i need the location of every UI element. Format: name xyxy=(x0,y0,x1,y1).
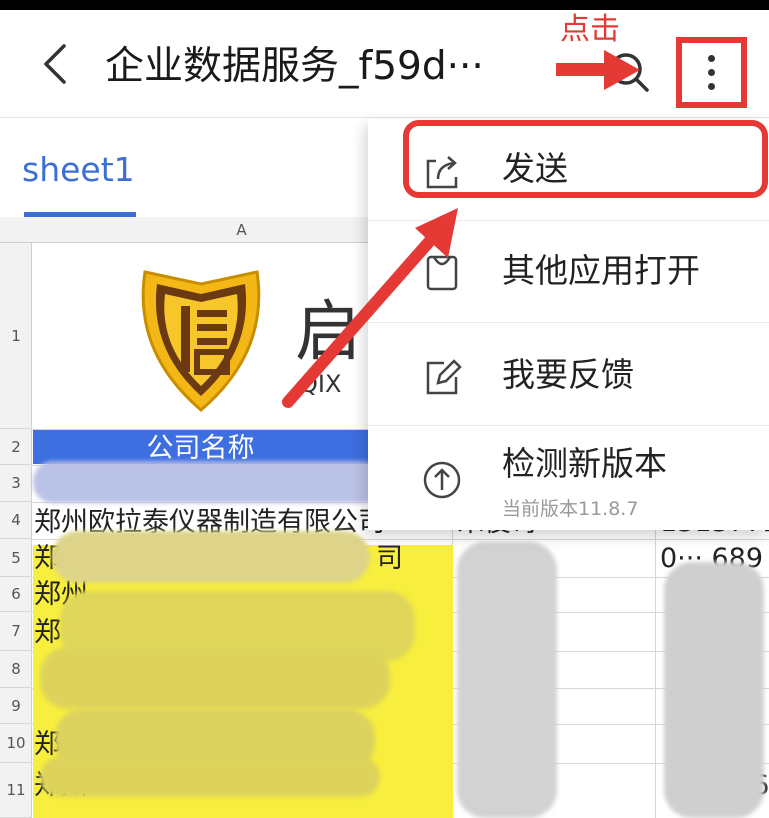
more-options-button[interactable] xyxy=(676,37,747,108)
row-header[interactable]: 5 xyxy=(0,539,32,577)
privacy-blur xyxy=(457,542,557,818)
search-icon xyxy=(610,53,649,92)
row-header[interactable]: 10 xyxy=(0,724,32,763)
menu-item-label: 我要反馈 xyxy=(502,355,634,394)
header-cell-company-name[interactable]: 公司名称 xyxy=(33,430,368,464)
row-header[interactable]: 4 xyxy=(0,502,32,539)
row-header[interactable]: 7 xyxy=(0,612,32,651)
cell-company-end[interactable]: 司 xyxy=(376,541,416,577)
row-header[interactable]: 8 xyxy=(0,651,32,688)
more-vertical-icon xyxy=(708,55,715,62)
status-bar-strip xyxy=(0,0,769,10)
privacy-blur xyxy=(40,757,380,797)
privacy-blur xyxy=(52,531,370,583)
company-logo-icon: 启 QIX xyxy=(141,270,361,412)
menu-item-label: 其他应用打开 xyxy=(502,251,700,290)
back-button[interactable] xyxy=(30,38,80,90)
chevron-left-icon xyxy=(44,44,66,84)
row-header[interactable]: 2 xyxy=(0,429,32,465)
menu-item-open-with[interactable]: 其他应用打开 xyxy=(368,221,769,323)
more-vertical-icon-dot xyxy=(708,69,715,76)
row-header-column: 1 2 3 4 5 6 7 8 9 10 11 xyxy=(0,243,32,818)
more-vertical-icon-dot xyxy=(708,83,715,90)
menu-item-feedback[interactable]: 我要反馈 xyxy=(368,323,769,426)
upload-circle-icon xyxy=(423,461,461,499)
row-header[interactable]: 3 xyxy=(0,465,32,502)
logo-cell[interactable]: 启 QIX xyxy=(33,244,368,429)
edit-feedback-icon xyxy=(426,359,462,395)
row-header[interactable]: 6 xyxy=(0,577,32,612)
annotation-click-label: 点击 xyxy=(560,12,620,47)
menu-item-label: 检测新版本 xyxy=(502,444,667,483)
document-title: 企业数据服务_f59d··· xyxy=(105,44,484,89)
top-bar: 企业数据服务_f59d··· xyxy=(0,10,769,118)
logo-partial-sub: QIX xyxy=(299,370,341,398)
current-version-text: 当前版本11.8.7 xyxy=(502,498,639,520)
annotation-highlight-box xyxy=(403,120,768,198)
row-header[interactable]: 9 xyxy=(0,688,32,724)
privacy-blur xyxy=(33,461,381,503)
search-button[interactable] xyxy=(605,48,655,98)
tab-sheet1[interactable]: sheet1 xyxy=(22,147,135,193)
privacy-blur xyxy=(664,562,764,818)
privacy-blur xyxy=(40,647,390,709)
row-header[interactable]: 1 xyxy=(0,243,32,429)
menu-item-check-update[interactable]: 检测新版本 当前版本11.8.7 xyxy=(368,426,769,530)
open-in-app-icon xyxy=(426,255,458,291)
row-header[interactable]: 11 xyxy=(0,763,32,818)
logo-partial-char: 启 xyxy=(295,293,361,370)
